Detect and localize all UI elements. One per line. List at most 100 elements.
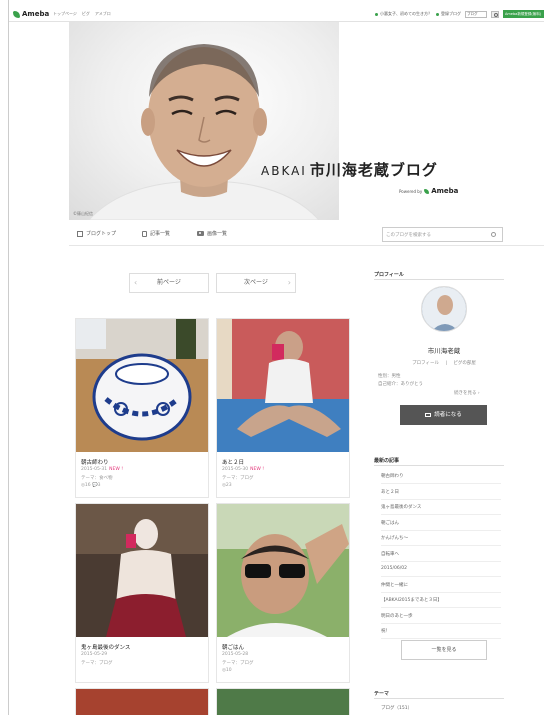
divider [381, 638, 501, 639]
topbar-register-text: 登録ブログ [441, 11, 461, 16]
post-stats: ◎10 [222, 668, 232, 673]
post-card[interactable]: あと２日 2015-05-30 NEW ! テーマ：ブログ ◎23 [216, 318, 350, 498]
recent-article-link[interactable]: 2015/06/02 [381, 566, 407, 571]
prev-page-label: 前ページ [157, 279, 181, 286]
divider [381, 622, 501, 624]
nav-image-list[interactable]: 画像一覧 [197, 230, 227, 237]
post-stats: ◎23 [222, 483, 232, 488]
recent-article-link[interactable]: 朝ごはん [381, 520, 399, 526]
recent-article-link[interactable]: 鬼ヶ島最後のダンス [381, 504, 421, 510]
recent-article-link[interactable]: 【ABKAI2015まであと３日】 [381, 597, 442, 603]
ameba-logo[interactable]: Ameba [13, 9, 49, 19]
costume-photo [76, 504, 208, 637]
post-thumbnail[interactable] [217, 319, 349, 452]
header-photo: ©篠山紀信 [69, 22, 339, 220]
recent-article-link[interactable]: あと２日 [381, 489, 399, 495]
blog-header[interactable]: ©篠山紀信 ABKAI 市川海老蔵ブログ Powered by Ameba [69, 22, 544, 220]
salute-photo [217, 504, 349, 637]
powered-by-brand: Ameba [431, 187, 459, 195]
notice-dot-icon [375, 12, 378, 16]
post-theme[interactable]: テーマ：ブログ [81, 660, 113, 666]
pigg-room-link[interactable]: ピグの部屋 [453, 361, 476, 366]
blog-search-input[interactable]: このブログを検索する [382, 227, 503, 242]
nav-image-list-label: 画像一覧 [207, 231, 228, 237]
recent-article-link[interactable]: 祝！ [381, 628, 390, 634]
topbar-link-pigg[interactable]: ピグ [82, 11, 90, 17]
powered-by: Powered by Ameba [399, 187, 458, 195]
search-icon[interactable] [491, 232, 496, 237]
post-thumbnail[interactable] [76, 689, 208, 715]
home-icon [77, 230, 83, 237]
topbar-link-top[interactable]: トップページ [53, 11, 77, 17]
divider [381, 483, 501, 484]
profile-links: プロフィール | ピグの部屋 [389, 360, 499, 366]
search-icon[interactable] [491, 10, 499, 18]
post-title[interactable]: 朝ごはん [222, 643, 244, 651]
recent-article-link[interactable]: かんげんち〜 [381, 535, 408, 541]
post-title[interactable]: 朝古師わり [81, 458, 109, 466]
theme-heading: テーマ [374, 691, 390, 697]
portrait-illustration [88, 44, 320, 220]
chevron-left-icon: ‹ [134, 278, 138, 287]
bowl-photo [76, 319, 208, 452]
divider [374, 279, 504, 280]
post-title[interactable]: あと２日 [222, 458, 244, 466]
nav-blog-top[interactable]: ブログトップ [77, 230, 116, 237]
topbar-link-ameblo[interactable]: アメブロ [95, 11, 111, 17]
blog-title-main: 市川海老蔵ブログ [309, 161, 438, 179]
profile-link-separator: | [445, 361, 447, 366]
post-thumbnail[interactable] [76, 319, 208, 452]
post-date: 2015-05-29 [81, 652, 108, 657]
post-thumbnail[interactable] [217, 504, 349, 637]
post-card[interactable] [75, 688, 209, 715]
register-dot-icon [436, 12, 439, 16]
post-title[interactable]: 鬼ヶ島最後のダンス [81, 643, 130, 651]
topbar-notice-text: 小悪女子、初めての生き方？ [380, 11, 432, 16]
post-date: 2015-05-30 NEW ! [222, 467, 264, 472]
read-more-link[interactable]: 続きを見る › [454, 390, 480, 396]
new-badge: NEW ! [109, 467, 124, 472]
divider [381, 514, 501, 515]
theme-item[interactable]: ブログ（151） [381, 705, 412, 711]
next-page-label: 次ページ [244, 279, 268, 286]
post-stats: ◎16 💬3 [81, 483, 101, 488]
post-thumbnail[interactable] [76, 504, 208, 637]
post-card[interactable]: 朝古師わり 2015-05-31 NEW ! テーマ：食べ物 ◎16 💬3 [75, 318, 209, 498]
ameba-register-button[interactable]: Ameba新規登録(無料) [503, 10, 544, 18]
topbar-notice[interactable]: 小悪女子、初めての生き方？ [375, 11, 432, 17]
recent-article-link[interactable]: 明日のあと一歩 [381, 613, 413, 619]
topbar-right: 小悪女子、初めての生き方？ 登録ブログ ブログ Ameba新規登録(無料) [375, 10, 544, 18]
prev-page-button[interactable]: ‹ 前ページ [129, 273, 209, 293]
post-thumbnail[interactable] [217, 689, 349, 715]
profile-name[interactable]: 市川海老蔵 [409, 345, 479, 355]
post-date: 2015-05-31 NEW ! [81, 467, 123, 472]
post-theme[interactable]: テーマ：食べ物 [81, 475, 113, 481]
ameba-leaf-icon [424, 188, 430, 194]
search-scope-select[interactable]: ブログ [465, 10, 487, 18]
post-card[interactable]: 朝ごはん 2015-05-28 テーマ：ブログ ◎10 [216, 503, 350, 683]
photo-credit: ©篠山紀信 [73, 211, 93, 216]
profile-intro: 自己紹介：ありがとう [378, 382, 423, 387]
topbar-register[interactable]: 登録ブログ [436, 11, 461, 17]
become-reader-button[interactable]: 読者になる [400, 405, 487, 425]
blog-title-prefix: ABKAI [261, 164, 307, 178]
recent-article-link[interactable]: 朝古師わり [381, 473, 404, 479]
divider [381, 498, 501, 500]
nav-article-list[interactable]: 記事一覧 [142, 230, 170, 237]
recent-article-link[interactable]: 仲間と一緒に [381, 582, 408, 588]
post-card[interactable] [216, 688, 350, 715]
profile-link[interactable]: プロフィール [412, 361, 439, 366]
next-page-button[interactable]: 次ページ › [216, 273, 296, 293]
post-card[interactable]: 鬼ヶ島最後のダンス 2015-05-29 テーマ：ブログ [75, 503, 209, 683]
post-theme[interactable]: テーマ：ブログ [222, 475, 254, 481]
avatar[interactable] [421, 286, 467, 332]
blog-search-placeholder: このブログを検索する [386, 233, 431, 238]
divider [374, 698, 504, 699]
nav-blog-top-label: ブログトップ [86, 231, 117, 237]
divider [381, 529, 501, 531]
recent-article-link[interactable]: 自転車へ [381, 551, 399, 557]
new-badge: NEW ! [250, 467, 265, 472]
view-list-button[interactable]: 一覧を見る [401, 640, 487, 660]
post-date-text: 2015-05-30 [222, 467, 249, 472]
post-theme[interactable]: テーマ：ブログ [222, 660, 254, 666]
